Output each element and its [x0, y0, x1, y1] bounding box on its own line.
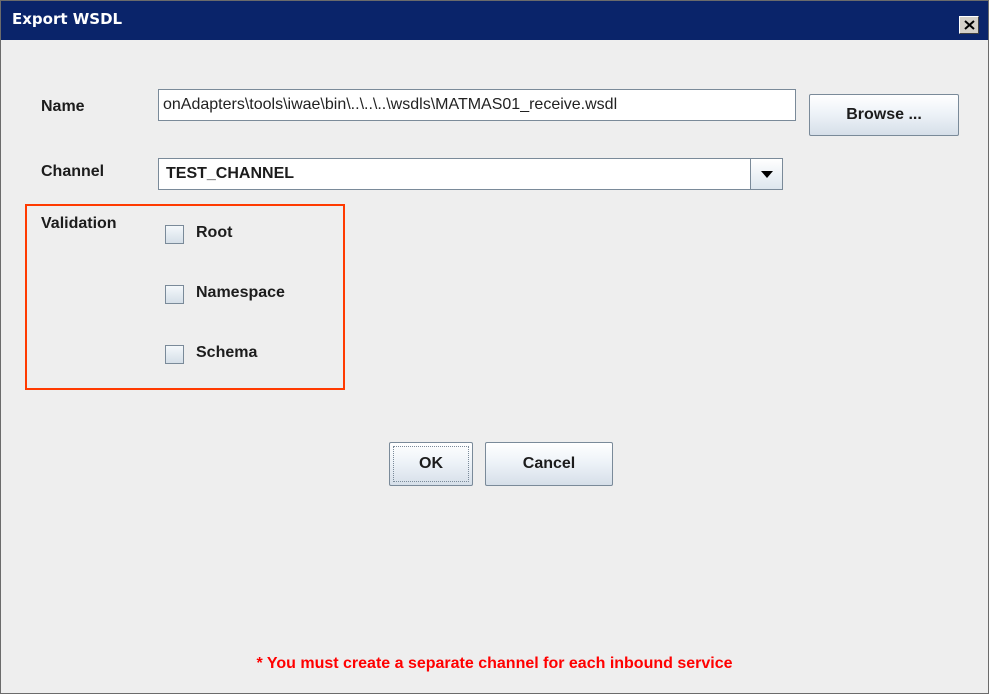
close-icon — [964, 20, 975, 30]
cancel-button[interactable]: Cancel — [485, 442, 613, 486]
channel-select[interactable]: TEST_CHANNEL — [158, 158, 783, 190]
namespace-checkbox-label: Namespace — [196, 284, 285, 301]
title-bar[interactable]: Export WSDL — [1, 1, 988, 40]
name-field[interactable]: onAdapters\tools\iwae\bin\..\..\..\wsdls… — [158, 89, 796, 121]
export-wsdl-dialog: Export WSDL Name onAdapters\tools\iwae\b… — [0, 0, 989, 694]
channel-dropdown-button[interactable] — [750, 159, 782, 189]
root-checkbox-label: Root — [196, 224, 233, 241]
name-label: Name — [41, 98, 85, 115]
chevron-down-icon — [761, 171, 773, 178]
browse-button[interactable]: Browse ... — [809, 94, 959, 136]
channel-footnote: * You must create a separate channel for… — [256, 655, 733, 672]
channel-selected-value: TEST_CHANNEL — [166, 165, 295, 182]
channel-label: Channel — [41, 163, 105, 180]
ok-button[interactable]: OK — [389, 442, 473, 486]
root-checkbox[interactable] — [165, 225, 184, 244]
schema-checkbox[interactable] — [165, 345, 184, 364]
validation-label: Validation — [41, 215, 117, 232]
ok-button-label: OK — [393, 446, 469, 482]
schema-checkbox-label: Schema — [196, 344, 258, 361]
close-button[interactable] — [959, 16, 979, 34]
dialog-title: Export WSDL — [12, 10, 123, 28]
namespace-checkbox[interactable] — [165, 285, 184, 304]
